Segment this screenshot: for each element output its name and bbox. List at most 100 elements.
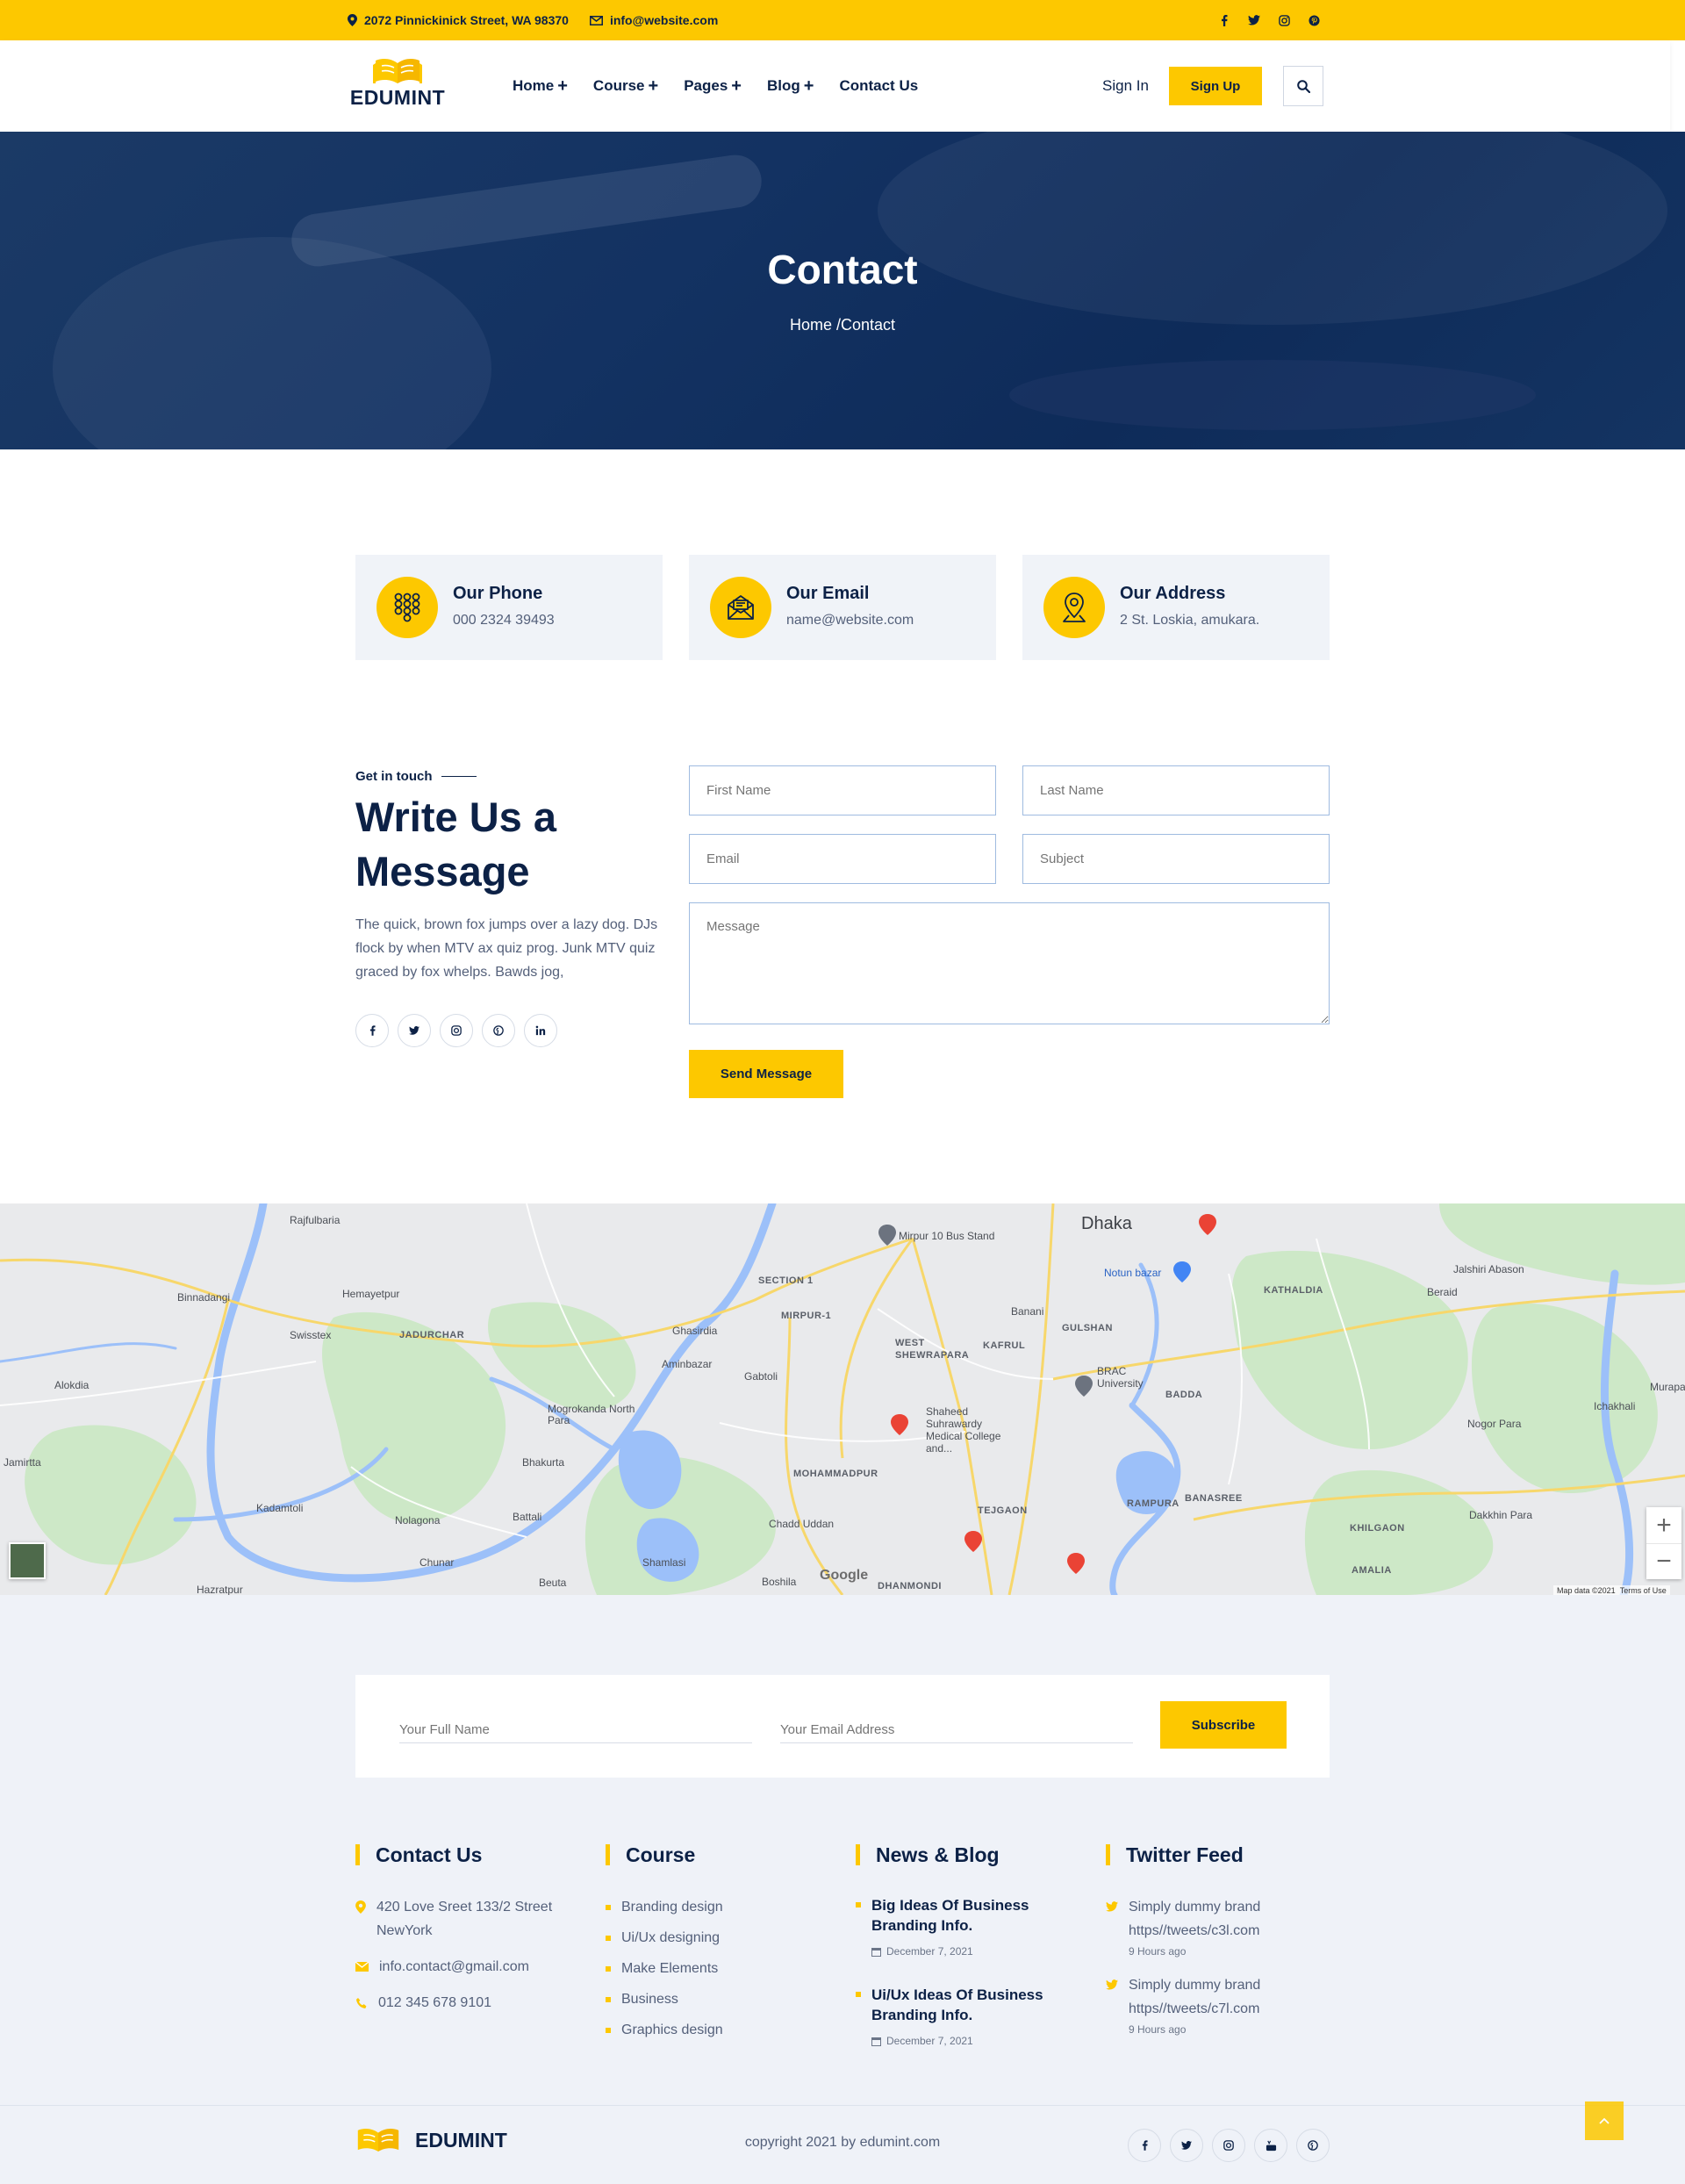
bullet-square — [606, 2028, 611, 2033]
topbar-email-text[interactable]: info@website.com — [610, 13, 718, 27]
terms-link[interactable]: Terms of Use — [1620, 1586, 1667, 1595]
footer-course-label[interactable]: Ui/Ux designing — [621, 1926, 720, 1950]
map-label: Bhakurta — [522, 1456, 565, 1469]
footer-email[interactable]: info.contact@gmail.com — [355, 1955, 584, 1979]
footer-email-text[interactable]: info.contact@gmail.com — [379, 1955, 529, 1979]
pinterest-icon[interactable] — [1306, 12, 1322, 28]
zoom-out-button[interactable]: − — [1646, 1543, 1681, 1579]
info-card-title: Our Phone — [453, 584, 543, 603]
facebook-icon[interactable] — [355, 1014, 389, 1047]
footer-course-label[interactable]: Graphics design — [621, 2018, 723, 2042]
footer-course-label[interactable]: Business — [621, 1987, 678, 2011]
footer-news-item[interactable]: Big Ideas Of Business Branding Info. Dec… — [856, 1895, 1066, 1964]
site-logo-text: EDUMINT — [349, 86, 446, 109]
footer-course-label[interactable]: Make Elements — [621, 1957, 718, 1980]
map-label: Alokdia — [54, 1379, 90, 1391]
info-card-title: Our Address — [1120, 584, 1226, 603]
footer-phone-text[interactable]: 012 345 678 9101 — [378, 1991, 491, 2015]
info-card-value: name@website.com — [786, 613, 914, 628]
info-card-value: 000 2324 39493 — [453, 613, 555, 628]
breadcrumb: Home /Contact — [0, 316, 1685, 334]
satellite-toggle[interactable] — [9, 1542, 46, 1579]
instagram-icon[interactable] — [1276, 12, 1292, 28]
youtube-icon[interactable] — [1254, 2129, 1287, 2162]
instagram-icon[interactable] — [440, 1014, 473, 1047]
last-name-field[interactable] — [1022, 765, 1330, 815]
news-date: December 7, 2021 — [871, 2030, 1066, 2053]
map-label: Kadamtoli — [256, 1502, 304, 1514]
site-header: EDUMINT Home + Course + Pages + Blog + Conta… — [0, 40, 1670, 132]
footer-course-list: Branding design Ui/Ux designing Make Ele… — [606, 1895, 816, 2042]
twitter-icon[interactable] — [398, 1014, 431, 1047]
pinterest-icon[interactable] — [482, 1014, 515, 1047]
bullet-square — [606, 1997, 611, 2002]
map-pin-icon — [355, 1900, 366, 1943]
nav-item-label: Home — [513, 77, 555, 94]
sign-up-button[interactable]: Sign Up — [1169, 67, 1262, 105]
map-zoom-control: + − — [1646, 1507, 1681, 1579]
tweet-link[interactable]: https//tweets/c3l.com — [1129, 1919, 1260, 1943]
map-label: Hemayetpur — [342, 1288, 400, 1300]
facebook-icon[interactable] — [1128, 2129, 1161, 2162]
zoom-in-button[interactable]: + — [1646, 1507, 1681, 1543]
subscribe-email-input[interactable] — [780, 1708, 1133, 1743]
calendar-icon — [871, 2037, 881, 2046]
footer-address-line: NewYork — [376, 1923, 433, 1938]
map-label: BADDA — [1165, 1390, 1203, 1400]
send-message-button[interactable]: Send Message — [689, 1050, 843, 1098]
news-title[interactable]: Ui/Ux Ideas Of Business Branding Info. — [871, 1985, 1066, 2025]
breadcrumb-home[interactable]: Home — [790, 316, 832, 334]
facebook-icon[interactable] — [1216, 12, 1232, 28]
nav-item-pages[interactable]: Pages + — [684, 76, 742, 97]
info-card-value: 2 St. Loskia, amukara. — [1120, 613, 1260, 628]
sign-in-link[interactable]: Sign In — [1102, 40, 1149, 132]
subject-field[interactable] — [1022, 834, 1330, 884]
google-logo: Google — [820, 1568, 869, 1583]
footer-course-item[interactable]: Make Elements — [606, 1957, 816, 1980]
site-logo[interactable]: EDUMINT — [349, 58, 446, 119]
map-label: WEST SHEWRAPARA — [895, 1338, 970, 1361]
footer-course-item[interactable]: Business — [606, 1987, 816, 2011]
nav-item-blog[interactable]: Blog + — [767, 76, 814, 97]
subscribe-name-input[interactable] — [399, 1708, 752, 1743]
footer-heading-course: Course — [606, 1844, 695, 1865]
envelope-open-icon — [710, 577, 771, 638]
topbar-email[interactable]: info@website.com — [589, 13, 718, 27]
bullet-square — [606, 1905, 611, 1910]
bullet-square — [856, 1992, 861, 1997]
back-to-top-button[interactable] — [1585, 2101, 1624, 2140]
message-field[interactable] — [689, 902, 1330, 1024]
footer-course-item[interactable]: Ui/Ux designing — [606, 1926, 816, 1950]
footer-course-item[interactable]: Branding design — [606, 1895, 816, 1919]
footer-course-item[interactable]: Graphics design — [606, 2018, 816, 2042]
map-label: Shaheed Suhrawardy Medical College and..… — [926, 1405, 1001, 1455]
tweet-text: Simply dummy brand — [1129, 1978, 1261, 1993]
linkedin-icon[interactable] — [524, 1014, 557, 1047]
news-title[interactable]: Big Ideas Of Business Branding Info. — [871, 1895, 1066, 1936]
footer-phone[interactable]: 012 345 678 9101 — [355, 1991, 584, 2015]
phone-keypad-icon — [376, 577, 438, 638]
first-name-field[interactable] — [689, 765, 996, 815]
nav-item-contact[interactable]: Contact Us — [839, 77, 918, 95]
footer-course-label[interactable]: Branding design — [621, 1895, 723, 1919]
map-label: AMALIA — [1352, 1565, 1392, 1576]
twitter-icon[interactable] — [1170, 2129, 1203, 2162]
map-label: RAMPURA — [1127, 1498, 1180, 1509]
tweet-link[interactable]: https//tweets/c7l.com — [1129, 1997, 1260, 2021]
page-banner: Contact Home /Contact — [0, 132, 1685, 449]
instagram-icon[interactable] — [1212, 2129, 1245, 2162]
footer-news-list: Big Ideas Of Business Branding Info. Dec… — [856, 1895, 1066, 2053]
news-date-text: December 7, 2021 — [886, 1945, 973, 1958]
nav-item-home[interactable]: Home + — [513, 76, 568, 97]
nav-item-course[interactable]: Course + — [593, 76, 658, 97]
search-button[interactable] — [1283, 66, 1323, 106]
nav-item-label: Course — [592, 77, 645, 94]
location-map[interactable]: Rajfulbaria Binnadangi Hemayetpur Swisst… — [0, 1203, 1685, 1595]
footer-news-item[interactable]: Ui/Ux Ideas Of Business Branding Info. D… — [856, 1985, 1066, 2053]
email-field[interactable] — [689, 834, 996, 884]
search-icon — [1296, 79, 1310, 93]
twitter-icon[interactable] — [1246, 12, 1262, 28]
tweet-time: 9 Hours ago — [1129, 1945, 1187, 1958]
subscribe-button[interactable]: Subscribe — [1160, 1701, 1287, 1749]
pinterest-icon[interactable] — [1296, 2129, 1330, 2162]
